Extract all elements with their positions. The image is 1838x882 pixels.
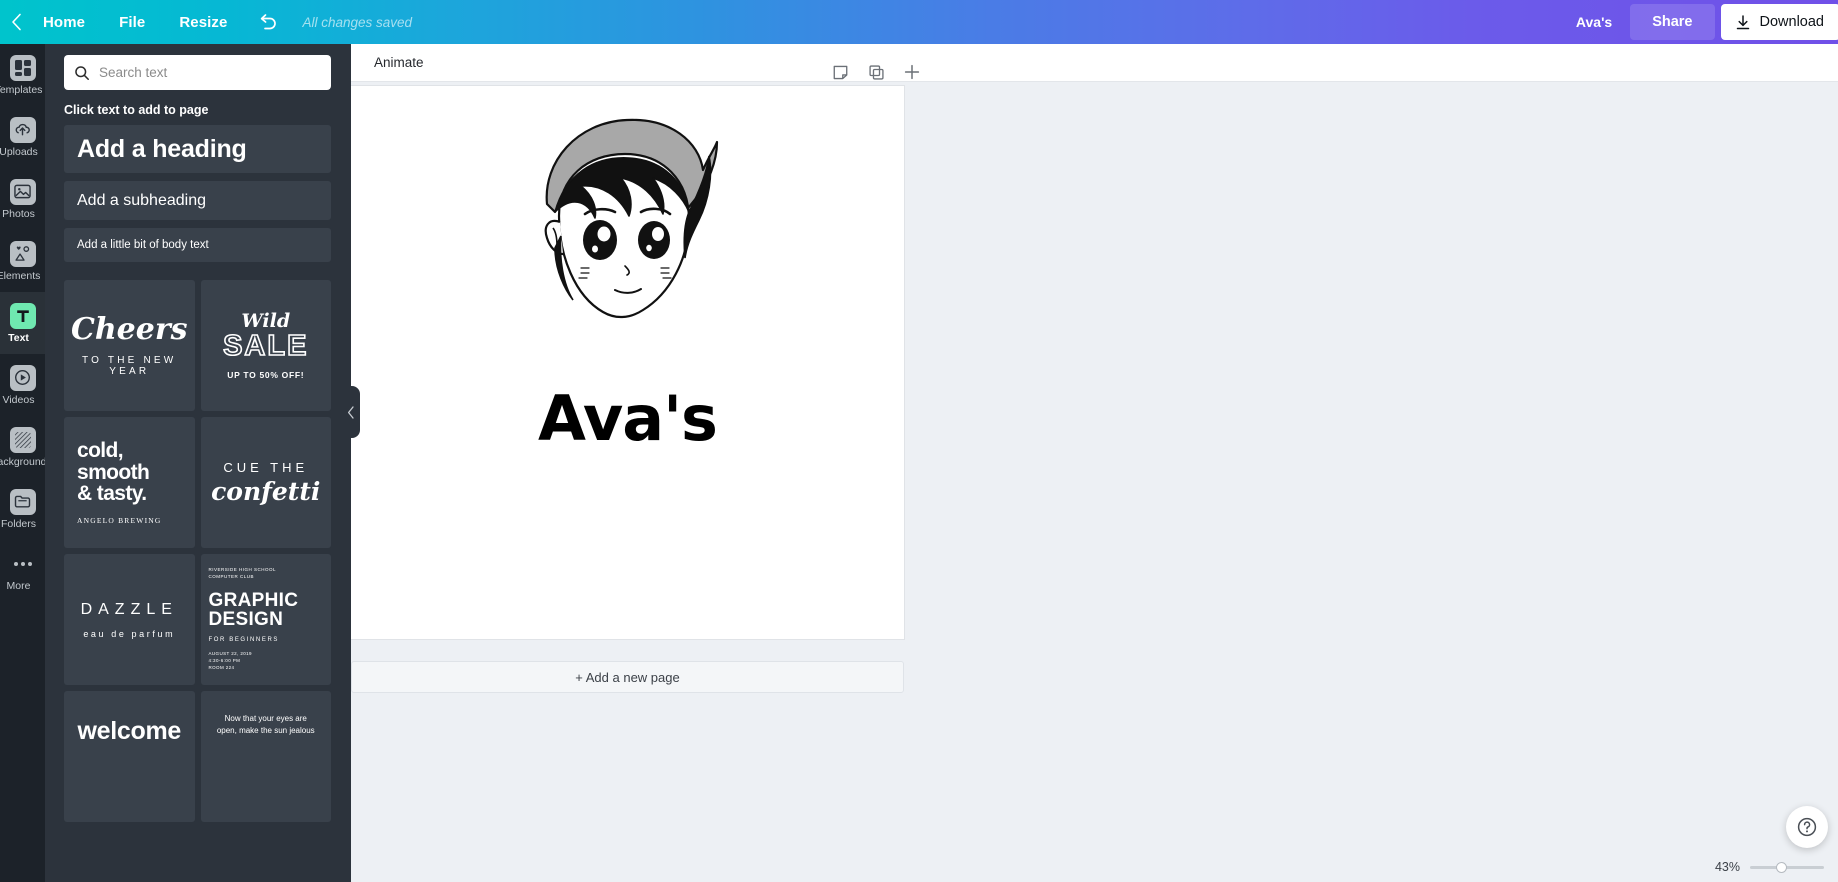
text-template-card[interactable]: DAZZLE eau de parfum: [64, 554, 195, 685]
sidebar-item-elements[interactable]: Elements: [0, 230, 45, 292]
left-icon-rail: Templates Uploads Photos: [0, 44, 45, 882]
account-name[interactable]: Ava's: [1558, 14, 1630, 30]
file-menu-button[interactable]: File: [102, 0, 162, 44]
duplicate-page-icon[interactable]: [865, 61, 887, 83]
template-line-3: UP TO 50% OFF!: [227, 369, 305, 380]
context-toolbar: Animate: [351, 44, 1838, 82]
text-template-card[interactable]: welcome: [64, 691, 195, 822]
template-line-1: DAZZLE: [80, 600, 178, 618]
animate-button[interactable]: Animate: [374, 55, 424, 70]
folder-icon: [9, 488, 36, 515]
sidebar-label-videos: Videos: [2, 393, 35, 406]
add-heading-button[interactable]: Add a heading: [64, 125, 331, 173]
chevron-left-icon: [11, 13, 21, 31]
sidebar-item-videos[interactable]: Videos: [0, 354, 45, 416]
hatch-pattern-icon: [9, 426, 36, 453]
template-line-1: Cheers: [70, 311, 188, 347]
top-bar: Home File Resize All changes saved Ava's…: [0, 0, 1838, 44]
back-button[interactable]: [0, 0, 26, 44]
help-icon: [1797, 817, 1817, 837]
play-icon: [9, 364, 36, 391]
sidebar-label-folders: Folders: [0, 517, 36, 530]
home-button[interactable]: Home: [26, 0, 102, 44]
undo-button[interactable]: [244, 0, 292, 44]
text-template-card[interactable]: Now that your eyes are open, make the su…: [200, 691, 331, 822]
download-icon: [1736, 14, 1749, 29]
template-line-1: Now that your eyes are open, make the su…: [216, 714, 315, 735]
sidebar-item-templates[interactable]: Templates: [0, 44, 45, 106]
help-button[interactable]: [1786, 806, 1828, 848]
template-line-1: GRAPHIC DESIGN: [208, 589, 299, 630]
top-bar-left-group: Home File Resize All changes saved: [0, 0, 412, 44]
zoom-slider[interactable]: [1750, 861, 1824, 873]
text-t-icon: [9, 302, 36, 329]
design-canvas-page[interactable]: Ava's: [351, 86, 904, 639]
templates-icon: [9, 54, 36, 81]
collapse-panel-button[interactable]: [342, 386, 360, 438]
template-line-2: ANGELO BREWING: [77, 516, 162, 526]
zoom-control[interactable]: 43%: [1715, 860, 1824, 874]
panel-hint-label: Click text to add to page: [64, 103, 209, 117]
undo-icon: [261, 14, 277, 30]
page-toolbar: [829, 61, 923, 83]
text-template-card[interactable]: CUE THE confetti: [200, 417, 331, 548]
text-panel: Click text to add to page Add a heading …: [45, 44, 351, 882]
upload-cloud-icon: [9, 116, 36, 143]
sidebar-item-uploads[interactable]: Uploads: [0, 106, 45, 168]
template-line-3: AUGUST 22, 2019 4:30-6:00 PM ROOM 224: [208, 651, 252, 670]
save-status: All changes saved: [302, 14, 413, 30]
ellipsis-icon: [13, 551, 32, 577]
template-line-0: RIVERSIDE HIGH SCHOOL COMPUTER CLUB: [208, 567, 277, 579]
sidebar-label-more: More: [6, 579, 31, 592]
text-template-grid: Cheers TO THE NEW YEAR Wild SALE UP TO 5…: [64, 280, 331, 822]
sidebar-label-uploads: Uploads: [0, 145, 38, 158]
sidebar-label-templates: Templates: [0, 83, 43, 96]
zoom-slider-handle[interactable]: [1776, 861, 1787, 873]
sidebar-label-elements: Elements: [0, 269, 41, 282]
sidebar-label-photos: Photos: [2, 207, 35, 220]
zoom-level-label: 43%: [1714, 860, 1740, 874]
anime-boy-illustration[interactable]: [503, 108, 753, 368]
photo-icon: [9, 178, 36, 205]
text-template-card[interactable]: cold, smooth & tasty. ANGELO BREWING: [64, 417, 195, 548]
template-line-1: CUE THE: [223, 459, 309, 475]
template-line-2: SALE: [222, 329, 309, 362]
add-body-text-button[interactable]: Add a little bit of body text: [64, 228, 331, 262]
sidebar-label-text: Text: [8, 331, 29, 344]
sidebar-item-photos[interactable]: Photos: [0, 168, 45, 230]
resize-button[interactable]: Resize: [162, 0, 244, 44]
template-line-1: cold, smooth & tasty.: [77, 438, 150, 506]
add-new-page-button[interactable]: + Add a new page: [351, 661, 904, 693]
template-line-2: confetti: [211, 476, 321, 506]
sidebar-item-background[interactable]: Background: [0, 416, 45, 478]
shapes-icon: [9, 240, 36, 267]
template-line-2: FOR BEGINNERS: [208, 637, 279, 644]
template-line-2: TO THE NEW YEAR: [82, 354, 177, 377]
download-button[interactable]: Download: [1720, 4, 1838, 40]
sidebar-item-text[interactable]: Text: [0, 292, 45, 354]
sidebar-item-folders[interactable]: Folders: [0, 478, 45, 540]
sidebar-label-background: Background: [0, 455, 45, 468]
sidebar-item-more[interactable]: More: [0, 540, 45, 602]
notes-icon[interactable]: [829, 61, 851, 83]
add-subheading-button[interactable]: Add a subheading: [64, 181, 331, 220]
text-template-card[interactable]: Cheers TO THE NEW YEAR: [64, 280, 195, 411]
add-page-icon[interactable]: [901, 61, 923, 83]
template-line-1: welcome: [77, 717, 181, 745]
template-line-1: Wild: [241, 309, 291, 332]
text-template-card[interactable]: Wild SALE UP TO 50% OFF!: [200, 280, 331, 411]
download-label: Download: [1759, 14, 1825, 30]
design-text-element[interactable]: Ava's: [538, 382, 718, 455]
share-button[interactable]: Share: [1630, 4, 1715, 40]
top-bar-right-group: Ava's Share Download: [1558, 0, 1838, 44]
search-icon: [75, 65, 89, 80]
template-line-2: eau de parfum: [83, 628, 176, 639]
search-input[interactable]: [99, 65, 321, 80]
search-box[interactable]: [64, 55, 331, 90]
text-template-card[interactable]: RIVERSIDE HIGH SCHOOL COMPUTER CLUB GRAP…: [200, 554, 331, 685]
chevron-left-icon: [347, 405, 354, 419]
